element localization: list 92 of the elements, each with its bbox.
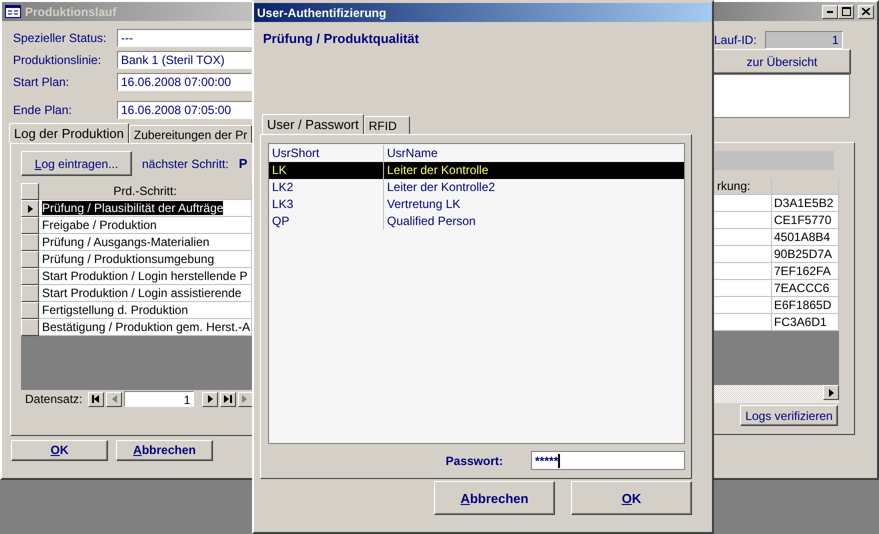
previous-record-button[interactable]	[106, 392, 122, 406]
column-header: Prd.-Schritt:	[39, 183, 252, 200]
field-label: Lauf-ID:	[714, 33, 757, 47]
text-field[interactable]: 16.06.2008 07:05:00	[117, 101, 252, 119]
minimize-button[interactable]	[822, 4, 838, 18]
ok-button[interactable]: OK	[11, 440, 108, 460]
table-cell: Prüfung / Produktionsumgebung	[39, 251, 252, 268]
table-cell: FC3A6D1	[772, 314, 839, 331]
ok-button[interactable]: OK	[571, 481, 692, 515]
table-cell	[714, 263, 772, 280]
table-cell: Bestätigung / Produktion gem. Herst.-A	[39, 319, 252, 336]
form-icon	[5, 5, 21, 18]
cancel-button[interactable]: Abbrechen	[116, 440, 213, 460]
maximize-button[interactable]	[838, 4, 854, 18]
table-cell: Prüfung / Plausibilität der Aufträge	[39, 200, 252, 217]
cancel-button[interactable]: Abbrechen	[434, 481, 555, 515]
record-field[interactable]: 1	[124, 391, 194, 407]
column-header	[772, 178, 839, 195]
scroll-right-button[interactable]	[823, 385, 839, 400]
table-cell	[714, 229, 772, 246]
table-cell	[714, 297, 772, 314]
user-row[interactable]: LK Leiter der Kontrolle	[269, 162, 684, 179]
first-record-button[interactable]	[88, 392, 104, 406]
overview-button[interactable]: zur Übersicht	[714, 49, 851, 74]
row-selector[interactable]	[21, 319, 39, 336]
table-cell	[714, 212, 772, 229]
text-field[interactable]: Bank 1 (Steril TOX)	[117, 51, 252, 69]
table-cell: 7EF162FA	[772, 263, 839, 280]
table-cell	[714, 195, 772, 212]
row-selector[interactable]	[21, 251, 39, 268]
user-row[interactable]: QP Qualified Person	[269, 213, 684, 230]
field-label: nächster Schritt:	[142, 156, 229, 170]
maximize-icon	[842, 7, 850, 16]
table-cell: 7EACCC6	[772, 280, 839, 297]
row-selector[interactable]	[21, 200, 39, 217]
right-arrow-icon	[828, 388, 834, 396]
tab[interactable]: Zubereitungen der Pr	[128, 125, 252, 143]
table-cell: E6F1865D	[772, 297, 839, 314]
user-row[interactable]: LK3 Vertretung LK	[269, 196, 684, 213]
tab[interactable]: RFID	[364, 116, 410, 134]
dialog-heading: Prüfung / Produktqualität	[263, 31, 420, 46]
record-label: Datensatz:	[25, 392, 82, 406]
right-arrow-icon	[208, 395, 213, 403]
field-label: Produktionslinie:	[13, 53, 102, 67]
tab[interactable]: User / Passwort	[262, 114, 364, 134]
table-cell: D3A1E5B2	[772, 195, 839, 212]
close-icon	[862, 8, 870, 15]
last-record-button[interactable]	[220, 392, 236, 406]
user-row[interactable]: LK2 Leiter der Kontrolle2	[269, 179, 684, 196]
user-list[interactable]: UsrShort UsrName LK Leiter der Kontrolle LK2 Leiter der Kontrolle2 LK3 Vertretung LK QP Qualified Person	[268, 143, 685, 444]
text-area[interactable]	[714, 74, 850, 118]
field-label: Ende Plan:	[13, 103, 73, 117]
column-header: rkung:	[714, 178, 772, 195]
dialog-title: User-Authentifizierung	[257, 6, 386, 20]
table-cell: Prüfung / Ausgangs-Materialien	[39, 234, 252, 251]
left-arrow-icon	[112, 395, 117, 403]
row-selector[interactable]	[21, 268, 39, 285]
row-selector[interactable]	[21, 302, 39, 319]
id-field: 1	[764, 31, 843, 49]
tab[interactable]: Log der Produktion	[9, 123, 129, 143]
table-cell: Start Produktion / Login assistierende	[39, 285, 252, 302]
password-field[interactable]: *****	[531, 451, 685, 470]
row-selector[interactable]	[21, 234, 39, 251]
horizontal-scrollbar[interactable]	[714, 385, 839, 403]
table-cell: 4501A8B4	[772, 229, 839, 246]
minimize-icon	[827, 10, 833, 12]
next-step-value: P	[238, 156, 248, 171]
text-field[interactable]: 16.06.2008 07:00:00	[117, 73, 252, 91]
field-label: Start Plan:	[13, 75, 70, 89]
table-cell: 90B25D7A	[772, 246, 839, 263]
verify-button[interactable]: Logs verifizieren	[740, 405, 838, 426]
column-header: UsrName	[386, 145, 438, 162]
header-selector	[21, 183, 39, 200]
table-cell: Fertigstellung d. Produktion	[39, 302, 252, 319]
log-button[interactable]: Log eintragen...	[21, 151, 132, 176]
window-title: Produktionslauf	[25, 4, 116, 18]
row-selector[interactable]	[21, 285, 39, 302]
first-icon	[92, 395, 100, 403]
password-label: Passwort:	[446, 454, 503, 468]
close-button[interactable]	[858, 4, 874, 18]
next-record-button[interactable]	[202, 392, 218, 406]
row-selector[interactable]	[21, 217, 39, 234]
last-icon	[224, 395, 232, 403]
text-field[interactable]: ---	[117, 29, 252, 47]
table-cell	[714, 314, 772, 331]
table-cell: CE1F5770	[772, 212, 839, 229]
row-pointer-icon	[28, 204, 32, 212]
field-label: Spezieller Status:	[13, 31, 108, 45]
table-cell: Start Produktion / Login herstellende P	[39, 268, 252, 285]
table-cell	[714, 280, 772, 297]
table-cell: Freigabe / Produktion	[39, 217, 252, 234]
table-cell	[714, 246, 772, 263]
